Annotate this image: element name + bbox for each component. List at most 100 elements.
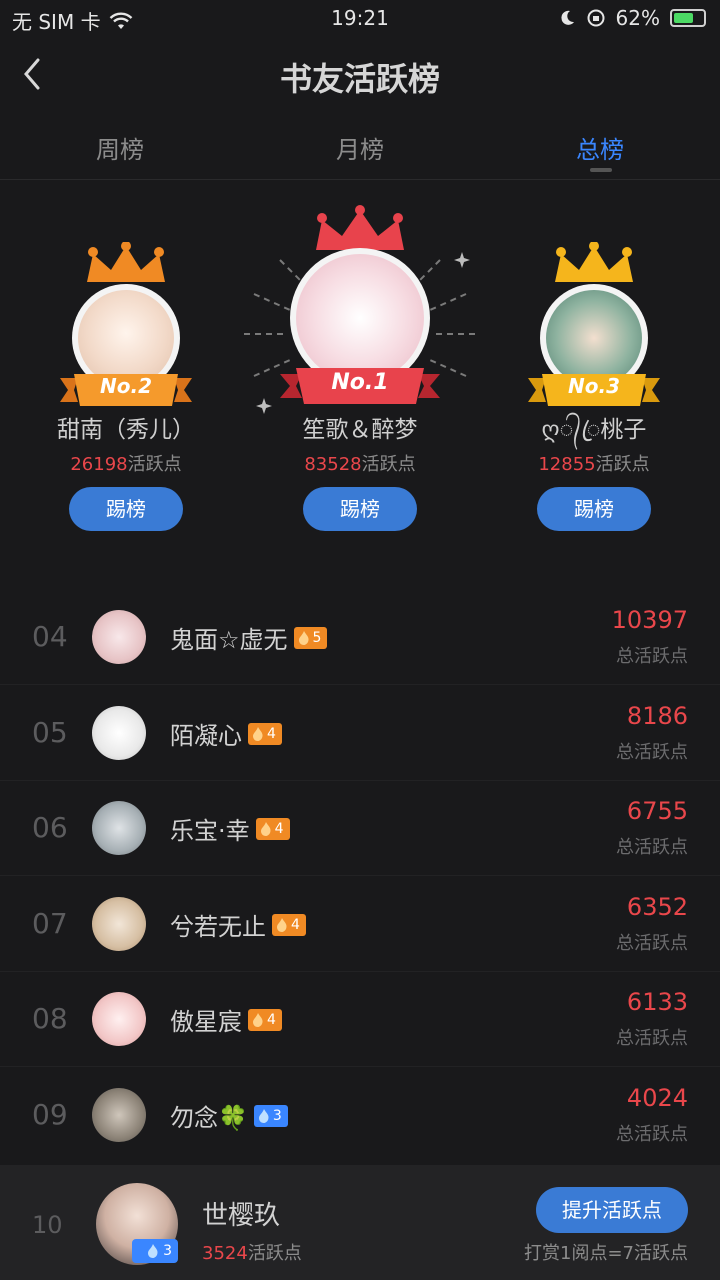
rank-number: 05 bbox=[32, 716, 68, 749]
my-rank-bar: 10 3 世樱玖 3524活跃点 提升活跃点 打赏1阅点=7活跃点 bbox=[0, 1165, 720, 1280]
points-label: 总活跃点 bbox=[616, 1028, 688, 1049]
crown-icon bbox=[555, 242, 633, 282]
flame-icon bbox=[298, 630, 309, 645]
flame-icon bbox=[260, 821, 271, 836]
points-unit: 活跃点 bbox=[361, 454, 416, 475]
boost-points-button[interactable]: 提升活跃点 bbox=[536, 1187, 688, 1233]
tab-monthly[interactable]: 月榜 bbox=[280, 130, 440, 165]
list-item[interactable]: 05 陌凝心 4 8186 总活跃点 bbox=[0, 686, 720, 781]
points-value: 3524 bbox=[202, 1243, 248, 1264]
podium-first: No.1 笙歌＆醉梦 83528活跃点 踢榜 bbox=[240, 190, 480, 540]
points-value: 6133 bbox=[626, 988, 688, 1016]
list-item[interactable]: 04 鬼面☆虚无 5 10397 总活跃点 bbox=[0, 590, 720, 685]
crown-icon bbox=[87, 242, 165, 282]
rank-number: 09 bbox=[32, 1098, 68, 1131]
user-name: 乐宝·幸 bbox=[170, 817, 250, 845]
points-value: 83528 bbox=[304, 454, 362, 475]
points-value: 6755 bbox=[626, 797, 688, 825]
points-unit: 活跃点 bbox=[595, 454, 650, 475]
level-number: 4 bbox=[267, 725, 276, 742]
points-label: 总活跃点 bbox=[616, 646, 688, 667]
user-name: 陌凝心 bbox=[170, 722, 242, 750]
level-badge: 4 bbox=[248, 1008, 282, 1031]
list-item[interactable]: 06 乐宝·幸 4 6755 总活跃点 bbox=[0, 781, 720, 876]
avatar[interactable] bbox=[92, 1088, 146, 1142]
rank-number: 07 bbox=[32, 907, 68, 940]
status-bar: 无 SIM 卡 19:21 62% bbox=[0, 0, 720, 36]
avatar[interactable] bbox=[92, 706, 146, 760]
user-name: 兮若无止 bbox=[170, 913, 266, 941]
avatar[interactable] bbox=[92, 801, 146, 855]
kick-button[interactable]: 踢榜 bbox=[303, 487, 417, 531]
points-unit: 活跃点 bbox=[247, 1243, 302, 1264]
podium-name: 甜南（秀儿） bbox=[57, 417, 195, 443]
orientation-lock-icon bbox=[587, 9, 605, 27]
battery-percent: 62% bbox=[615, 6, 660, 30]
level-badge: 4 bbox=[248, 722, 282, 745]
page-title: 书友活跃榜 bbox=[279, 60, 440, 98]
tab-weekly[interactable]: 周榜 bbox=[40, 130, 200, 165]
points-value: 10397 bbox=[611, 606, 688, 634]
user-name-row: 陌凝心 4 bbox=[170, 716, 282, 751]
avatar[interactable] bbox=[92, 610, 146, 664]
rank-number: 10 bbox=[32, 1211, 63, 1239]
rank-number: 08 bbox=[32, 1002, 68, 1035]
flame-icon bbox=[277, 917, 287, 932]
points-label: 总活跃点 bbox=[616, 1124, 688, 1145]
level-badge: 4 bbox=[272, 913, 306, 936]
flame-icon bbox=[148, 1244, 158, 1258]
user-name: 世樱玖 bbox=[202, 1201, 281, 1231]
podium-third: No.3 ღ᭄ꦿ桃子 12855活跃点 踢榜 bbox=[504, 190, 684, 540]
list-item[interactable]: 09 勿念🍀 3 4024 总活跃点 bbox=[0, 1068, 720, 1163]
kick-button[interactable]: 踢榜 bbox=[537, 487, 651, 531]
user-name: 傲星宸 bbox=[170, 1008, 242, 1036]
user-name-row: 勿念🍀 3 bbox=[170, 1098, 288, 1133]
flame-icon bbox=[253, 1012, 263, 1027]
avatar[interactable] bbox=[92, 992, 146, 1046]
level-number: 3 bbox=[163, 1243, 172, 1259]
level-badge: 4 bbox=[255, 817, 290, 840]
battery-icon bbox=[670, 9, 706, 27]
reward-note: 打赏1阅点=7活跃点 bbox=[524, 1243, 688, 1264]
kick-button[interactable]: 踢榜 bbox=[69, 487, 183, 531]
avatar[interactable] bbox=[92, 897, 146, 951]
rank-number: 04 bbox=[32, 620, 68, 653]
rank-number: 06 bbox=[32, 811, 68, 844]
points-unit: 活跃点 bbox=[127, 454, 182, 475]
rank-badge: No.2 bbox=[100, 374, 152, 398]
user-name-row: 兮若无止 4 bbox=[170, 907, 306, 942]
rank-badge: No.1 bbox=[331, 370, 389, 395]
my-points: 3524活跃点 bbox=[202, 1239, 302, 1265]
tab-all-time[interactable]: 总榜 bbox=[520, 130, 680, 165]
podium-name: 笙歌＆醉梦 bbox=[302, 417, 418, 443]
podium-second: No.2 甜南（秀儿） 26198活跃点 踢榜 bbox=[36, 190, 216, 540]
level-badge: 5 bbox=[293, 626, 328, 649]
level-number: 5 bbox=[312, 629, 322, 646]
podium-points: 83528活跃点 bbox=[240, 450, 480, 476]
rank-badge: No.3 bbox=[568, 374, 620, 398]
points-value: 12855 bbox=[538, 454, 596, 475]
header: 书友活跃榜 bbox=[0, 36, 720, 116]
points-value: 8186 bbox=[626, 702, 688, 730]
points-label: 总活跃点 bbox=[616, 742, 688, 763]
points-value: 6352 bbox=[626, 893, 688, 921]
list-item[interactable]: 08 傲星宸 4 6133 总活跃点 bbox=[0, 972, 720, 1067]
flame-icon bbox=[253, 726, 263, 741]
points-value: 26198 bbox=[70, 454, 128, 475]
user-name: 勿念🍀 bbox=[170, 1104, 248, 1132]
points-label: 总活跃点 bbox=[616, 837, 688, 858]
points-label: 总活跃点 bbox=[616, 933, 688, 954]
level-number: 3 bbox=[272, 1107, 282, 1124]
user-name-row: 傲星宸 4 bbox=[170, 1002, 282, 1037]
tab-indicator bbox=[590, 168, 612, 172]
user-name-row: 乐宝·幸 4 bbox=[170, 811, 290, 846]
podium-points: 26198活跃点 bbox=[36, 450, 216, 476]
level-badge: 3 bbox=[253, 1104, 288, 1127]
flame-icon bbox=[258, 1108, 269, 1123]
points-value: 4024 bbox=[626, 1084, 688, 1112]
list-item[interactable]: 07 兮若无止 4 6352 总活跃点 bbox=[0, 877, 720, 972]
podium-points: 12855活跃点 bbox=[504, 450, 684, 476]
level-number: 4 bbox=[291, 916, 300, 933]
level-badge: 3 bbox=[132, 1239, 178, 1263]
moon-icon bbox=[560, 10, 574, 25]
